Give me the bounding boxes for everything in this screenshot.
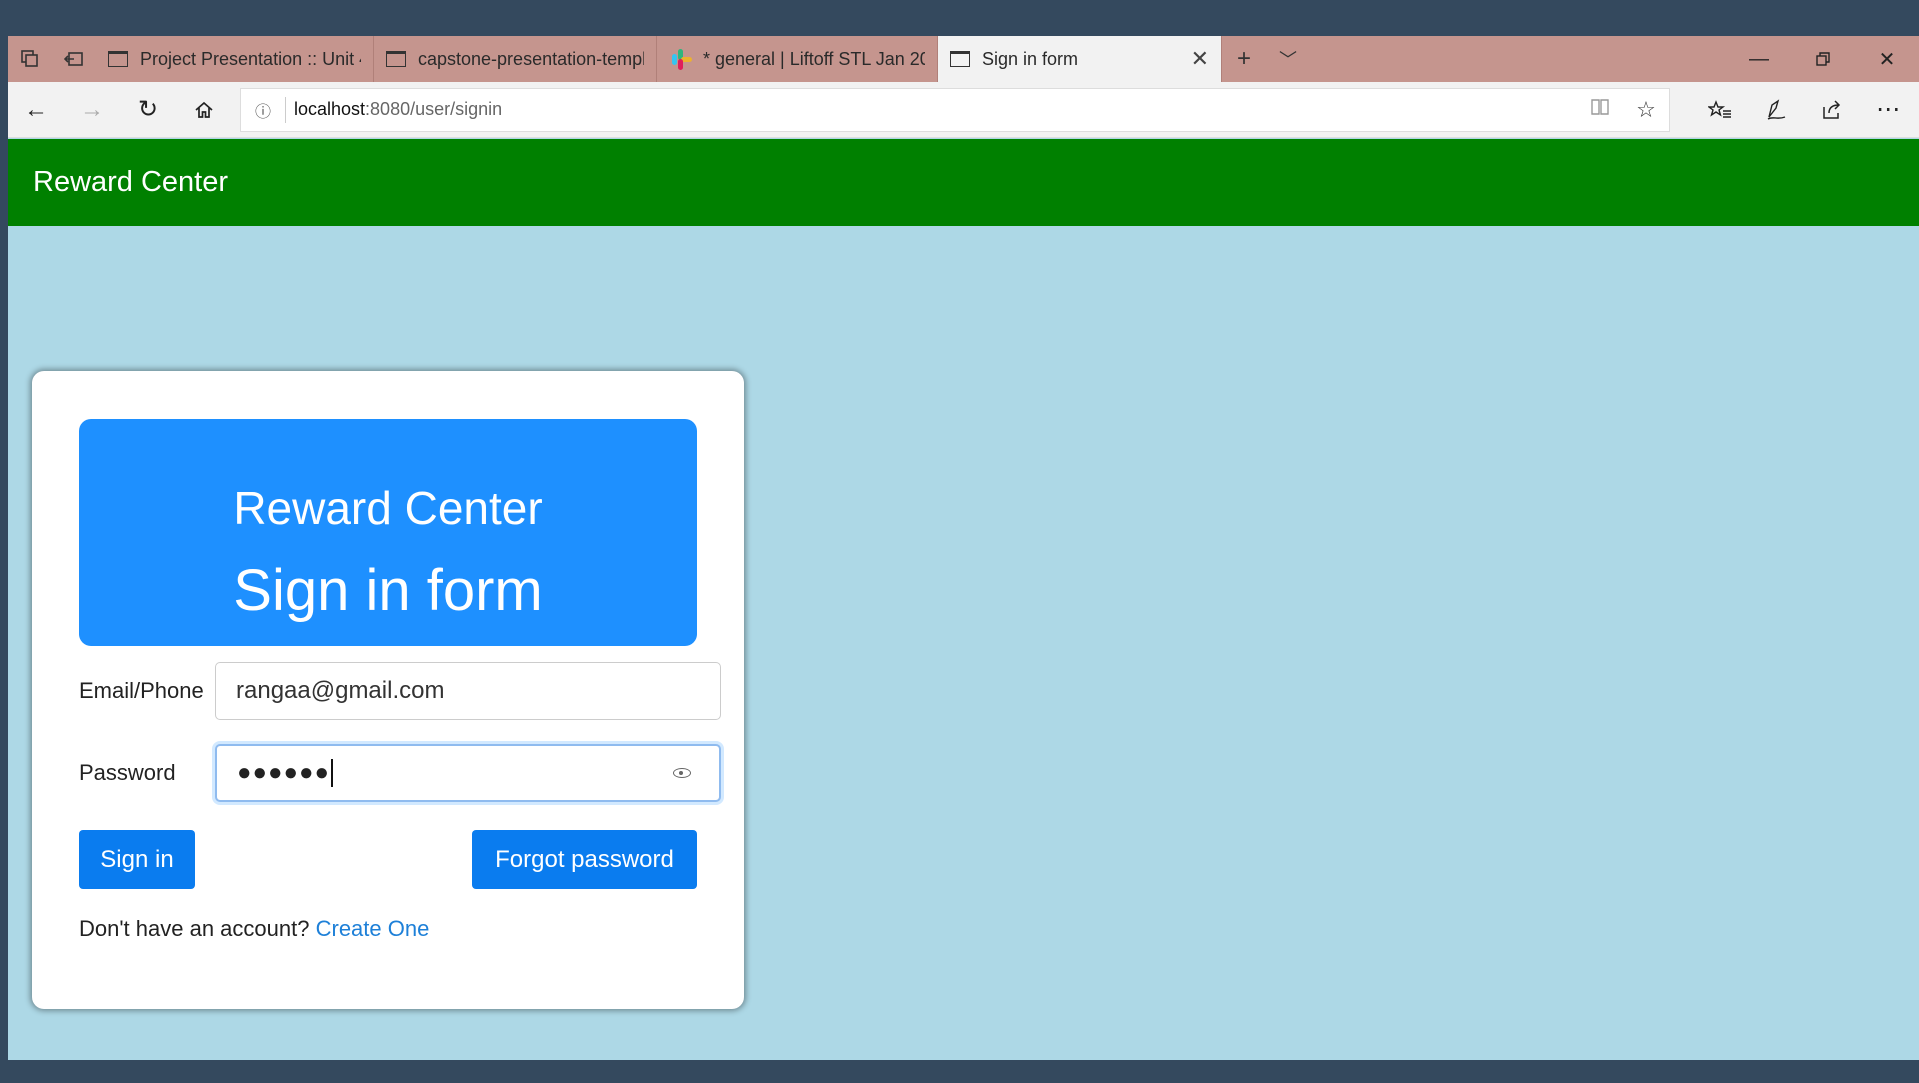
reveal-password-eye-icon[interactable]	[673, 768, 691, 778]
signup-prompt: Don't have an account? Create One	[79, 916, 429, 942]
text-caret	[330, 759, 333, 787]
browser-window: Project Presentation :: Unit 4 capstone-…	[8, 36, 1919, 1060]
favorite-star-icon[interactable]: ☆	[1623, 97, 1669, 123]
favorites-list-icon[interactable]	[1692, 82, 1748, 138]
slack-icon	[669, 48, 692, 70]
forward-icon[interactable]: →	[64, 82, 120, 138]
new-tab-icon[interactable]: +	[1222, 36, 1266, 82]
toolbar-actions: ⋯	[1692, 82, 1916, 138]
chevron-down-icon[interactable]: ﹀	[1266, 36, 1310, 82]
brand-link[interactable]: Reward Center	[33, 166, 228, 199]
tab-sign-in-form[interactable]: Sign in form ✕	[938, 36, 1222, 82]
password-row: Password ●●●●●●	[79, 744, 721, 802]
back-icon[interactable]: ←	[8, 82, 64, 138]
tab-capstone-presentation[interactable]: capstone-presentation-template	[374, 36, 657, 82]
page-icon	[108, 51, 128, 67]
share-icon[interactable]	[1804, 82, 1860, 138]
page-icon	[386, 51, 406, 67]
signin-card: Reward Center Sign in form Email/Phone r…	[32, 371, 744, 1009]
refresh-icon[interactable]: ↻	[120, 82, 176, 138]
info-icon[interactable]: ⓘ	[241, 98, 285, 122]
navigation-bar: ← → ↻ ⓘ localhost:8080/user/signin ☆ ⋯	[8, 82, 1919, 138]
email-label: Email/Phone	[79, 678, 204, 703]
email-row: Email/Phone rangaa@gmail.com	[79, 662, 721, 720]
address-separator	[285, 96, 286, 123]
app-header: Reward Center	[8, 139, 1919, 226]
url-text[interactable]: localhost:8080/user/signin	[294, 99, 1577, 120]
email-field[interactable]: rangaa@gmail.com	[215, 662, 721, 720]
no-account-text: Don't have an account?	[79, 916, 310, 941]
signin-button[interactable]: Sign in	[79, 830, 195, 889]
tab-preview-icon[interactable]	[8, 36, 52, 82]
home-icon[interactable]	[176, 82, 232, 138]
forgot-password-button[interactable]: Forgot password	[472, 830, 697, 889]
create-account-link[interactable]: Create One	[316, 916, 430, 941]
banner-subtitle: Sign in form	[233, 558, 543, 623]
more-options-icon[interactable]: ⋯	[1860, 82, 1916, 138]
password-field[interactable]: ●●●●●●	[215, 744, 721, 802]
tab-title: Sign in form	[982, 48, 1079, 69]
address-bar[interactable]: ⓘ localhost:8080/user/signin ☆	[240, 87, 1670, 132]
email-value: rangaa@gmail.com	[236, 677, 445, 704]
banner-title: Reward Center	[233, 482, 543, 534]
set-aside-tabs-icon[interactable]	[52, 36, 96, 82]
pen-icon[interactable]	[1748, 82, 1804, 138]
window-controls: — ✕	[1727, 36, 1919, 82]
tab-title: Project Presentation :: Unit 4	[140, 48, 361, 69]
close-icon[interactable]: ✕	[1151, 46, 1209, 72]
tab-project-presentation[interactable]: Project Presentation :: Unit 4	[96, 36, 374, 82]
tab-strip: Project Presentation :: Unit 4 capstone-…	[8, 36, 1919, 82]
signin-banner: Reward Center Sign in form	[79, 419, 697, 646]
password-label: Password	[79, 760, 176, 785]
minimize-icon[interactable]: —	[1727, 36, 1791, 82]
tab-title: * general | Liftoff STL Jan 20	[703, 48, 925, 69]
page-icon	[950, 51, 970, 67]
restore-icon[interactable]	[1791, 36, 1855, 82]
tab-title: capstone-presentation-template	[418, 48, 644, 69]
close-window-icon[interactable]: ✕	[1855, 36, 1919, 82]
password-value: ●●●●●●	[237, 759, 330, 786]
tab-slack-general[interactable]: * general | Liftoff STL Jan 20	[657, 36, 938, 82]
reading-view-icon[interactable]	[1577, 98, 1623, 121]
